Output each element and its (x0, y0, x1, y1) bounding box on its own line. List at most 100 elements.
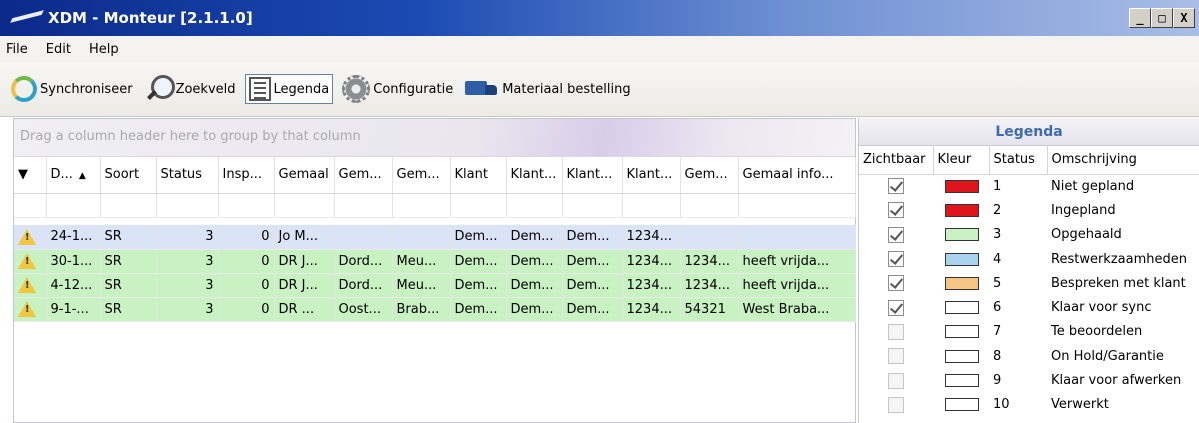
column-header-gemaal-3[interactable]: Gem... (392, 157, 451, 194)
cell-inspectie[interactable]: 0 (218, 297, 275, 322)
legend-header-color[interactable]: Kleur (933, 146, 990, 175)
cell-klant-2[interactable]: Dem... (506, 249, 563, 274)
filter-cell[interactable] (46, 193, 101, 218)
maximize-button[interactable]: □ (1151, 8, 1173, 28)
column-header-klant-3[interactable]: Klant... (562, 157, 623, 194)
visible-checkbox[interactable] (888, 275, 904, 292)
cell-inspectie[interactable]: 0 (218, 273, 275, 298)
cell-inspectie[interactable]: 0 (218, 249, 275, 274)
cell-klant-4[interactable]: 1234... (622, 273, 681, 298)
cell-gemaal-info[interactable]: West Braba... (738, 297, 856, 322)
column-header-selector[interactable]: ▼ (14, 157, 47, 194)
filter-dropdown-icon[interactable]: ▼ (18, 167, 28, 182)
cell-klant-3[interactable]: Dem... (562, 273, 623, 298)
filter-cell[interactable] (274, 193, 335, 218)
filter-cell[interactable] (156, 193, 219, 218)
cell-status[interactable]: 3 (156, 273, 219, 298)
cell-gemaal-3[interactable]: Meu... (392, 273, 451, 298)
legend-header-status[interactable]: Status (989, 146, 1048, 175)
column-header-inspectie[interactable]: Insp... (218, 157, 275, 194)
filter-cell[interactable] (738, 193, 856, 218)
close-button[interactable]: X (1173, 8, 1195, 28)
cell-gemaal-4[interactable]: 1234... (680, 273, 739, 298)
menu-help[interactable]: Help (89, 42, 119, 57)
configuration-button[interactable]: Configuratie (339, 73, 456, 105)
cell-status[interactable]: 3 (156, 225, 219, 250)
visible-checkbox[interactable] (888, 251, 904, 268)
cell-klant-4[interactable]: 1234... (622, 249, 681, 274)
visible-checkbox[interactable] (888, 178, 904, 195)
column-header-klant-2[interactable]: Klant... (506, 157, 563, 194)
cell-soort[interactable]: SR (100, 297, 157, 322)
filter-cell[interactable] (218, 193, 275, 218)
cell-klant-3[interactable]: Dem... (562, 225, 623, 250)
table-row[interactable]: ! 9-1-... SR 3 0 DR ... Oost... Brab... Dem... De… (14, 297, 856, 322)
filter-cell[interactable] (334, 193, 393, 218)
cell-klant[interactable]: Dem... (450, 273, 507, 298)
filter-cell[interactable] (14, 193, 47, 218)
menu-edit[interactable]: Edit (46, 42, 71, 57)
cell-date[interactable]: 30-1... (46, 249, 101, 274)
visible-checkbox[interactable] (888, 202, 904, 219)
cell-gemaal-info[interactable] (738, 225, 856, 250)
filter-cell[interactable] (100, 193, 157, 218)
cell-klant[interactable]: Dem... (450, 297, 507, 322)
cell-gemaal[interactable]: DR ... (274, 297, 335, 322)
legend-button[interactable]: Legenda (244, 74, 334, 104)
table-row[interactable]: ! 24-1... SR 3 0 Jo M... Dem... Dem... Dem... 123… (14, 225, 856, 250)
cell-gemaal-3[interactable]: Meu... (392, 249, 451, 274)
cell-gemaal[interactable]: Jo M... (274, 225, 335, 250)
cell-gemaal[interactable]: DR J... (274, 249, 335, 274)
group-by-area[interactable]: Drag a column header here to group by th… (14, 119, 855, 157)
cell-gemaal-2[interactable]: Dord... (334, 273, 393, 298)
filter-cell[interactable] (506, 193, 563, 218)
minimize-button[interactable]: _ (1129, 8, 1151, 28)
column-header-gemaal-4[interactable]: Gem... (680, 157, 739, 194)
cell-klant-4[interactable]: 1234... (622, 225, 681, 250)
visible-checkbox[interactable] (888, 348, 904, 365)
cell-soort[interactable]: SR (100, 249, 157, 274)
column-header-date[interactable]: D... ▲ (46, 157, 101, 194)
filter-cell[interactable] (622, 193, 681, 218)
cell-gemaal[interactable]: DR J... (274, 273, 335, 298)
visible-checkbox[interactable] (888, 226, 904, 243)
column-header-klant[interactable]: Klant (450, 157, 507, 194)
filter-cell[interactable] (450, 193, 507, 218)
column-header-gemaal[interactable]: Gemaal (274, 157, 335, 194)
cell-klant-3[interactable]: Dem... (562, 297, 623, 322)
cell-gemaal-2[interactable] (334, 225, 393, 250)
cell-klant-2[interactable]: Dem... (506, 225, 563, 250)
row-indicator-cell[interactable]: ! (14, 249, 47, 274)
cell-gemaal-4[interactable]: 54321 (680, 297, 739, 322)
table-row[interactable]: ! 4-12... SR 3 0 DR J... Dord... Meu... Dem... De… (14, 273, 856, 298)
filter-cell[interactable] (392, 193, 451, 218)
cell-status[interactable]: 3 (156, 249, 219, 274)
cell-inspectie[interactable]: 0 (218, 225, 275, 250)
column-header-status[interactable]: Status (156, 157, 219, 194)
cell-gemaal-4[interactable]: 1234... (680, 249, 739, 274)
row-indicator-cell[interactable]: ! (14, 225, 47, 250)
cell-klant-2[interactable]: Dem... (506, 273, 563, 298)
search-button[interactable]: Zoekveld (142, 73, 239, 105)
cell-soort[interactable]: SR (100, 225, 157, 250)
cell-date[interactable]: 4-12... (46, 273, 101, 298)
cell-status[interactable]: 3 (156, 297, 219, 322)
column-header-gemaal-2[interactable]: Gem... (334, 157, 393, 194)
menu-file[interactable]: File (6, 42, 28, 57)
cell-gemaal-3[interactable] (392, 225, 451, 250)
cell-gemaal-4[interactable] (680, 225, 739, 250)
column-header-gemaal-info[interactable]: Gemaal info... (738, 157, 856, 194)
cell-date[interactable]: 9-1-... (46, 297, 101, 322)
visible-checkbox[interactable] (888, 372, 904, 389)
visible-checkbox[interactable] (888, 396, 904, 413)
cell-gemaal-3[interactable]: Brab... (392, 297, 451, 322)
cell-klant[interactable]: Dem... (450, 225, 507, 250)
visible-checkbox[interactable] (888, 323, 904, 340)
cell-klant[interactable]: Dem... (450, 249, 507, 274)
legend-header-visible[interactable]: Zichtbaar (859, 146, 934, 175)
row-indicator-cell[interactable]: ! (14, 297, 47, 322)
filter-cell[interactable] (680, 193, 739, 218)
synchronize-button[interactable]: Synchroniseer (8, 74, 136, 104)
visible-checkbox[interactable] (888, 299, 904, 316)
material-order-button[interactable]: Materiaal bestelling (462, 75, 633, 103)
